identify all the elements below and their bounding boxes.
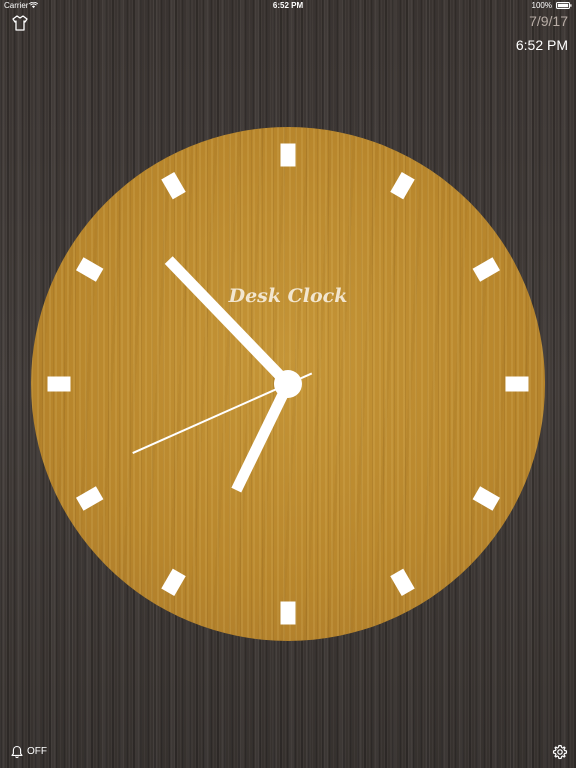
hour-marker [280,143,296,167]
hour-marker [280,601,296,625]
hour-marker [161,568,186,597]
brand-label: Desk Clock [228,285,348,307]
hour-hand [231,381,293,493]
hour-marker [161,171,186,200]
bell-icon [11,745,23,759]
hour-marker [75,257,104,282]
hour-marker [75,486,104,511]
hour-marker [47,376,71,392]
hour-marker [390,568,415,597]
hour-marker [505,376,529,392]
alarm-state-label: OFF [27,746,47,757]
hour-marker [390,171,415,200]
center-cap [274,370,302,398]
clock-dial [47,143,529,625]
gear-icon[interactable] [552,744,568,760]
hour-marker [472,257,501,282]
hour-marker [472,486,501,511]
minute-hand [164,256,292,388]
